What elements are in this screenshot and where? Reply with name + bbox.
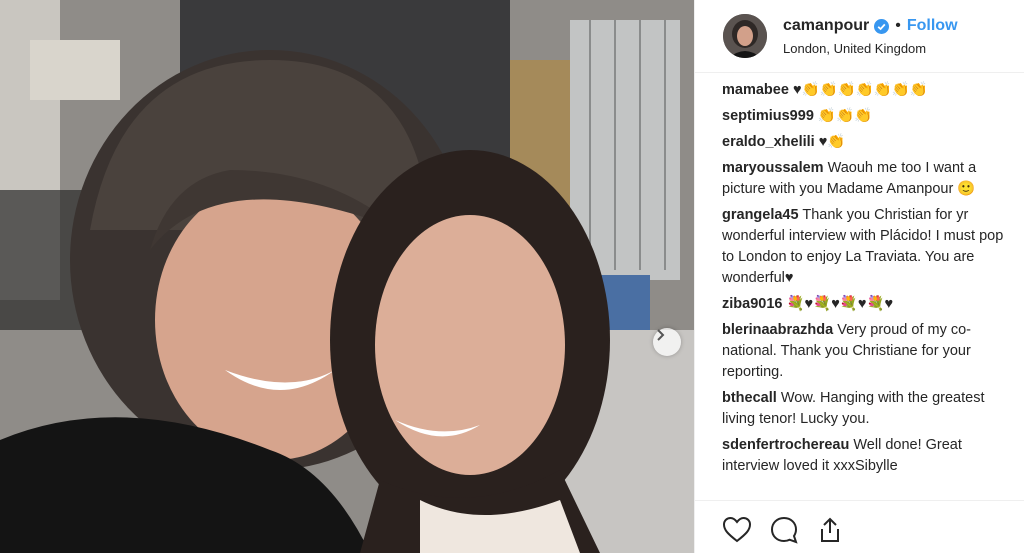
comment-username[interactable]: grangela45: [722, 207, 799, 223]
avatar[interactable]: [723, 14, 767, 58]
post-header: camanpour • Follow London, United Kingdo…: [695, 0, 1024, 73]
comment-text: 💐♥💐♥💐♥💐♥: [786, 296, 894, 312]
comment-item: grangela45 Thank you Christian for yr wo…: [722, 205, 1017, 289]
heart-icon[interactable]: [722, 515, 752, 545]
comment-item: maryoussalem Waouh me too I want a pictu…: [722, 158, 1017, 200]
share-icon[interactable]: [815, 515, 845, 545]
next-photo-button[interactable]: [653, 328, 681, 356]
comment-username[interactable]: bthecall: [722, 390, 777, 406]
comments-list: mamabee ♥👏👏👏👏👏👏👏 septimius999 👏👏👏 eraldo…: [722, 80, 1017, 482]
comment-username[interactable]: ziba9016: [722, 296, 782, 312]
comment-text: 👏👏👏: [817, 108, 873, 124]
post-photo[interactable]: [0, 0, 694, 553]
comment-username[interactable]: sdenfertrochereau: [722, 437, 849, 453]
follow-button[interactable]: Follow: [907, 17, 958, 35]
comment-username[interactable]: septimius999: [722, 108, 814, 124]
comment-icon[interactable]: [769, 515, 799, 545]
comment-username[interactable]: blerinaabrazhda: [722, 322, 833, 338]
photo-illustration: [0, 0, 694, 553]
comment-username[interactable]: mamabee: [722, 82, 789, 98]
comment-item: mamabee ♥👏👏👏👏👏👏👏: [722, 80, 1017, 101]
post-location[interactable]: London, United Kingdom: [783, 41, 926, 56]
verified-badge-icon: [874, 18, 890, 34]
comment-text: ♥👏👏👏👏👏👏👏: [792, 82, 928, 98]
comment-username[interactable]: maryoussalem: [722, 160, 824, 176]
post-user-line: camanpour • Follow: [783, 17, 958, 35]
comment-username[interactable]: eraldo_xhelili: [722, 134, 815, 150]
comment-item: blerinaabrazhda Very proud of my co-nati…: [722, 320, 1017, 383]
comment-item: bthecall Wow. Hanging with the greatest …: [722, 388, 1017, 430]
comment-text: ♥👏: [818, 134, 846, 150]
post-username[interactable]: camanpour: [783, 17, 869, 35]
comment-item: septimius999 👏👏👏: [722, 106, 1017, 127]
comment-item: sdenfertrochereau Well done! Great inter…: [722, 435, 1017, 477]
post-actions-bar: [695, 500, 1024, 554]
post-side-panel: camanpour • Follow London, United Kingdo…: [695, 0, 1024, 553]
separator-dot: •: [895, 17, 901, 34]
comment-item: ziba9016 💐♥💐♥💐♥💐♥: [722, 294, 1017, 315]
comment-item: eraldo_xhelili ♥👏: [722, 132, 1017, 153]
